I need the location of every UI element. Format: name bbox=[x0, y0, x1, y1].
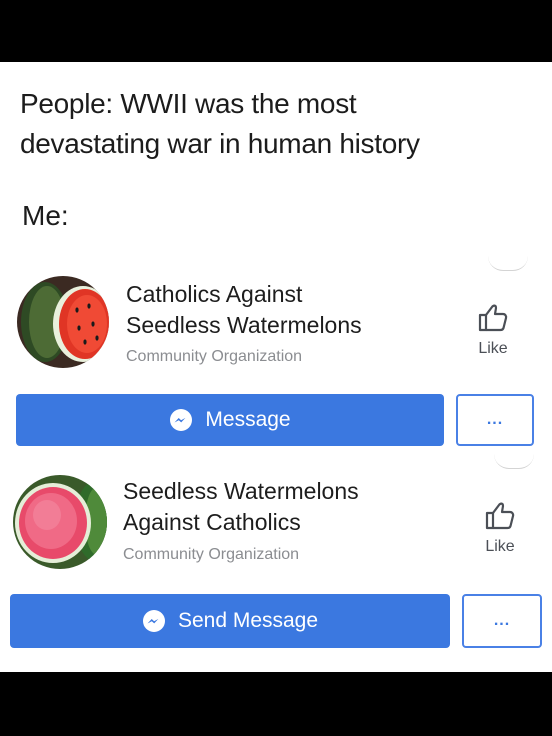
messenger-icon bbox=[170, 409, 193, 431]
page-card-seedless: Seedless Watermelons Against Catholics C… bbox=[0, 462, 552, 672]
like-button[interactable]: Like bbox=[458, 300, 528, 358]
messenger-icon bbox=[142, 610, 165, 632]
page-category: Community Organization bbox=[126, 348, 303, 365]
page-name-line-1: Catholics Against bbox=[126, 281, 303, 307]
like-label: Like bbox=[485, 538, 515, 555]
thumbs-up-icon bbox=[485, 502, 515, 530]
send-message-button-label: Send Message bbox=[177, 609, 319, 632]
seedless-watermelon-icon bbox=[13, 475, 107, 569]
page-name[interactable]: Catholics Against Seedless Watermelons bbox=[126, 279, 446, 341]
page-card-catholics: Catholics Against Seedless Watermelons C… bbox=[0, 262, 552, 462]
card-top-edge bbox=[488, 256, 528, 271]
message-button[interactable]: Message bbox=[16, 394, 444, 446]
meme-me-label: Me: bbox=[22, 200, 69, 231]
page-avatar[interactable] bbox=[17, 276, 109, 368]
message-button-label: Message bbox=[205, 408, 291, 431]
like-label: Like bbox=[478, 340, 508, 357]
post-content: People: WWII was the most devastating wa… bbox=[0, 62, 552, 672]
more-options-button[interactable]: ... bbox=[456, 394, 534, 446]
send-message-button[interactable]: Send Message bbox=[10, 594, 450, 648]
page-category: Community Organization bbox=[123, 546, 300, 563]
page-name-line-1: Seedless Watermelons bbox=[123, 478, 359, 504]
page-name-line-2: Against Catholics bbox=[123, 509, 301, 535]
card-top-edge bbox=[494, 454, 534, 469]
more-options-button[interactable]: ... bbox=[462, 594, 542, 648]
page-name-line-2: Seedless Watermelons bbox=[126, 312, 362, 338]
meme-caption-line-2: devastating war in human history bbox=[20, 128, 420, 159]
thumbs-up-icon bbox=[478, 304, 508, 332]
page-avatar[interactable] bbox=[13, 475, 107, 569]
like-button[interactable]: Like bbox=[465, 498, 535, 556]
watermelon-with-seeds-icon bbox=[17, 276, 109, 368]
meme-caption-line-1: People: WWII was the most bbox=[20, 88, 357, 119]
page-name[interactable]: Seedless Watermelons Against Catholics bbox=[123, 476, 443, 538]
meme-caption: People: WWII was the most devastating wa… bbox=[20, 84, 540, 164]
